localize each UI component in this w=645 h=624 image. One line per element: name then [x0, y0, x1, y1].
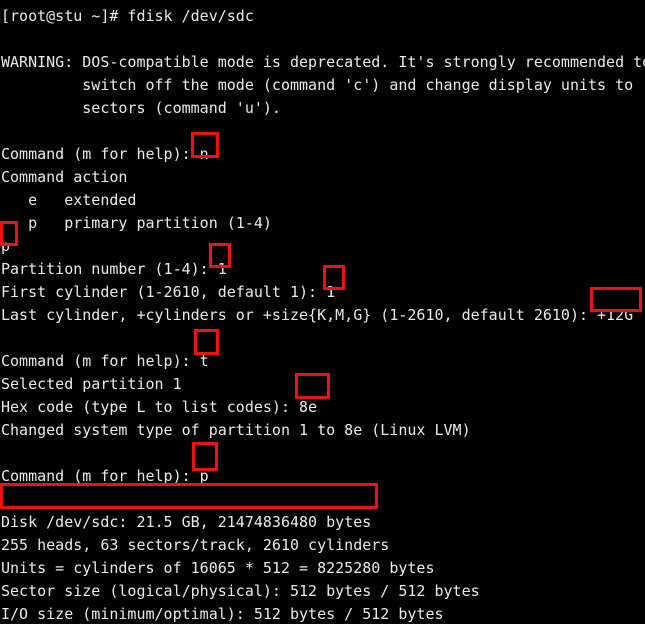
terminal-line: I/O size (minimum/optimal): 512 bytes / …: [1, 605, 444, 623]
terminal-line: p primary partition (1-4): [1, 214, 272, 232]
terminal-line: p: [1, 237, 11, 255]
terminal-line: switch off the mode (command 'c') and ch…: [1, 76, 634, 94]
terminal-line: [root@stu ~]# fdisk /dev/sdc: [1, 7, 254, 25]
terminal-line: e extended: [1, 191, 137, 209]
terminal-line: Hex code (type L to list codes): 8e: [1, 398, 318, 416]
terminal-line: WARNING: DOS-compatible mode is deprecat…: [1, 53, 645, 71]
terminal-line: Changed system type of partition 1 to 8e…: [1, 421, 471, 439]
terminal-line: Last cylinder, +cylinders or +size{K,M,G…: [1, 306, 634, 324]
terminal-line: First cylinder (1-2610, default 1): 1: [1, 283, 336, 301]
terminal-line: Command (m for help): n: [1, 145, 209, 163]
terminal-line: Partition number (1-4): 1: [1, 260, 227, 278]
terminal-line: Selected partition 1: [1, 375, 182, 393]
terminal-line: Command (m for help): t: [1, 352, 209, 370]
terminal-output: [root@stu ~]# fdisk /dev/sdc WARNING: DO…: [0, 0, 645, 624]
terminal-line: Command (m for help): p: [1, 467, 209, 485]
terminal-window[interactable]: [root@stu ~]# fdisk /dev/sdc WARNING: DO…: [0, 0, 645, 624]
terminal-line: Sector size (logical/physical): 512 byte…: [1, 582, 480, 600]
terminal-line: 255 heads, 63 sectors/track, 2610 cylind…: [1, 536, 390, 554]
terminal-line: sectors (command 'u').: [1, 99, 281, 117]
terminal-line: Units = cylinders of 16065 * 512 = 82252…: [1, 559, 435, 577]
terminal-line: Command action: [1, 168, 128, 186]
terminal-line: Disk /dev/sdc: 21.5 GB, 21474836480 byte…: [1, 513, 372, 531]
